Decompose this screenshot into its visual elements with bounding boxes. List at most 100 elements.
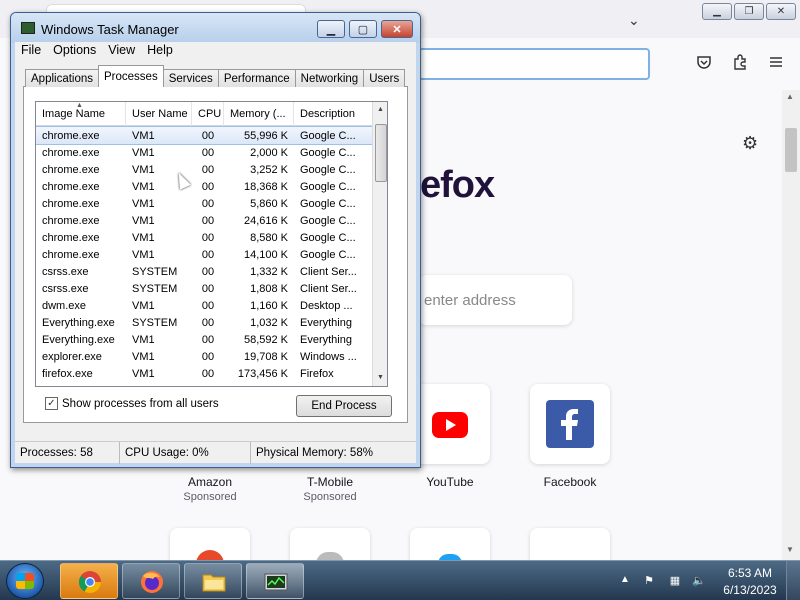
scroll-down-icon[interactable]: ▼ (786, 545, 794, 554)
table-row[interactable]: Everything.exe VM1 00 58,592 K Everything (36, 331, 373, 348)
process-memory-cell: 58,592 K (243, 333, 288, 346)
tab-services[interactable]: Services (162, 69, 219, 87)
column-memory[interactable]: Memory (... (224, 102, 294, 126)
task-manager-title-bar[interactable]: Windows Task Manager ▁ ▢ ✕ (11, 13, 420, 43)
process-user-cell: VM1 (132, 299, 155, 312)
menu-view[interactable]: View (102, 42, 141, 61)
process-description-cell: Google C... (300, 214, 356, 227)
close-button[interactable]: ✕ (381, 20, 413, 38)
status-processes: Processes: 58 (15, 442, 120, 464)
maximize-button[interactable]: ▢ (349, 20, 377, 38)
column-label: Memory (... (230, 108, 286, 120)
action-center-flag-icon[interactable]: ⚑ (642, 573, 656, 587)
gear-icon[interactable]: ⚙ (742, 133, 758, 154)
process-memory-cell: 19,708 K (243, 350, 288, 363)
firefox-restore-button[interactable]: ❐ (734, 3, 764, 20)
process-cpu-cell: 00 (201, 350, 215, 363)
table-row[interactable]: chrome.exe VM1 00 18,368 K Google C... (36, 178, 373, 195)
column-user-name[interactable]: User Name (126, 102, 192, 126)
table-row[interactable]: chrome.exe VM1 00 14,100 K Google C... (36, 246, 373, 263)
column-image-name[interactable]: ▲ Image Name (36, 102, 126, 126)
table-row[interactable]: firefox.exe VM1 00 173,456 K Firefox (36, 365, 373, 382)
app-menu-icon[interactable] (768, 54, 784, 75)
table-row[interactable]: Everything.exe SYSTEM 00 1,032 K Everything (36, 314, 373, 331)
page-scroll-thumb[interactable] (785, 128, 797, 172)
volume-muted-icon[interactable]: 🔈 (692, 573, 706, 587)
process-memory-cell: 5,860 K (250, 197, 288, 210)
table-row[interactable]: chrome.exe VM1 00 2,000 K Google C... (36, 144, 373, 161)
process-cpu-cell: 00 (201, 299, 215, 312)
tab-applications[interactable]: Applications (25, 69, 100, 87)
process-memory-cell: 24,616 K (243, 214, 288, 227)
process-cpu-cell: 00 (201, 163, 215, 176)
column-cpu[interactable]: CPU (192, 102, 224, 126)
status-bar: Processes: 58 CPU Usage: 0% Physical Mem… (15, 441, 416, 464)
clock-time[interactable]: 6:53 AM (718, 566, 782, 580)
table-row[interactable]: chrome.exe VM1 00 8,580 K Google C... (36, 229, 373, 246)
process-name-cell: csrss.exe (42, 282, 89, 295)
table-row[interactable]: chrome.exe VM1 00 24,616 K Google C... (36, 212, 373, 229)
table-row[interactable]: chrome.exe VM1 00 3,252 K Google C... (36, 161, 373, 178)
process-description-cell: Everything (300, 316, 352, 329)
scroll-up-icon[interactable]: ▲ (786, 92, 794, 101)
process-cpu-cell: 00 (201, 231, 215, 244)
clock-date[interactable]: 6/13/2023 (718, 583, 782, 597)
menu-help[interactable]: Help (141, 42, 179, 61)
show-hidden-icons-icon[interactable]: ▲ (620, 574, 630, 585)
list-all-tabs-icon[interactable]: ⌄ (628, 12, 640, 29)
firefox-url-bar[interactable] (418, 48, 650, 80)
table-row[interactable]: csrss.exe SYSTEM 00 1,808 K Client Ser... (36, 280, 373, 297)
minimize-button[interactable]: ▁ (317, 20, 345, 38)
menu-file[interactable]: File (15, 42, 47, 61)
menu-options[interactable]: Options (47, 42, 102, 61)
process-cpu-cell: 00 (201, 316, 215, 329)
process-memory-cell: 1,808 K (250, 282, 288, 295)
shortcut-label-facebook: Facebook (543, 475, 597, 489)
process-cpu-cell: 00 (201, 146, 215, 159)
shortcut-tile-facebook[interactable] (530, 384, 610, 464)
taskbar-explorer-button[interactable] (184, 563, 242, 599)
extensions-icon[interactable] (732, 54, 748, 75)
process-description-cell: Google C... (300, 129, 356, 142)
tab-users[interactable]: Users (363, 69, 406, 87)
network-icon[interactable]: ▦ (668, 573, 682, 587)
status-physical-memory: Physical Memory: 58% (256, 447, 373, 459)
scroll-down-icon[interactable]: ▼ (377, 374, 384, 381)
firefox-minimize-button[interactable]: ▁ (702, 3, 732, 20)
task-manager-body: Applications Processes Services Performa… (15, 61, 416, 463)
scroll-up-icon[interactable]: ▲ (377, 106, 384, 113)
taskbar-firefox-button[interactable] (122, 563, 180, 599)
column-description[interactable]: Description (294, 102, 373, 126)
process-list-scrollbar[interactable]: ▲ ▼ (372, 102, 387, 386)
pocket-icon[interactable] (696, 54, 712, 75)
table-row[interactable]: chrome.exe VM1 00 55,996 K Google C... (36, 126, 374, 145)
process-list[interactable]: ▲ Image Name User Name CPU Memory (... D… (35, 101, 388, 387)
checkbox-checked-icon[interactable]: ✓ (45, 397, 58, 410)
show-all-processes-checkbox[interactable]: ✓ Show processes from all users (45, 397, 219, 410)
firefox-close-button[interactable]: ✕ (766, 3, 796, 20)
process-user-cell: SYSTEM (132, 282, 178, 295)
process-list-scroll-thumb[interactable] (375, 124, 387, 182)
table-row[interactable]: chrome.exe VM1 00 5,860 K Google C... (36, 195, 373, 212)
process-memory-cell: 173,456 K (237, 367, 288, 380)
taskbar-chrome-button[interactable] (60, 563, 118, 599)
process-user-cell: VM1 (132, 214, 155, 227)
facebook-icon (546, 400, 594, 448)
tab-processes[interactable]: Processes (98, 65, 164, 87)
process-memory-cell: 1,032 K (250, 316, 288, 329)
tab-strip: Applications Processes Services Performa… (25, 65, 406, 87)
tab-networking[interactable]: Networking (294, 69, 365, 87)
sort-ascending-icon: ▲ (76, 102, 83, 109)
shortcut-tile-youtube[interactable] (410, 384, 490, 464)
end-process-button[interactable]: End Process (296, 395, 392, 417)
process-description-cell: Windows ... (300, 350, 357, 363)
tab-performance[interactable]: Performance (217, 69, 296, 87)
taskbar-task-manager-button[interactable] (246, 563, 304, 599)
show-desktop-button[interactable] (786, 561, 800, 600)
table-row[interactable]: explorer.exe VM1 00 19,708 K Windows ... (36, 348, 373, 365)
table-row[interactable]: csrss.exe SYSTEM 00 1,332 K Client Ser... (36, 263, 373, 280)
process-cpu-cell: 00 (201, 197, 215, 210)
start-button[interactable] (6, 563, 44, 599)
column-label: CPU (198, 108, 222, 120)
table-row[interactable]: dwm.exe VM1 00 1,160 K Desktop ... (36, 297, 373, 314)
